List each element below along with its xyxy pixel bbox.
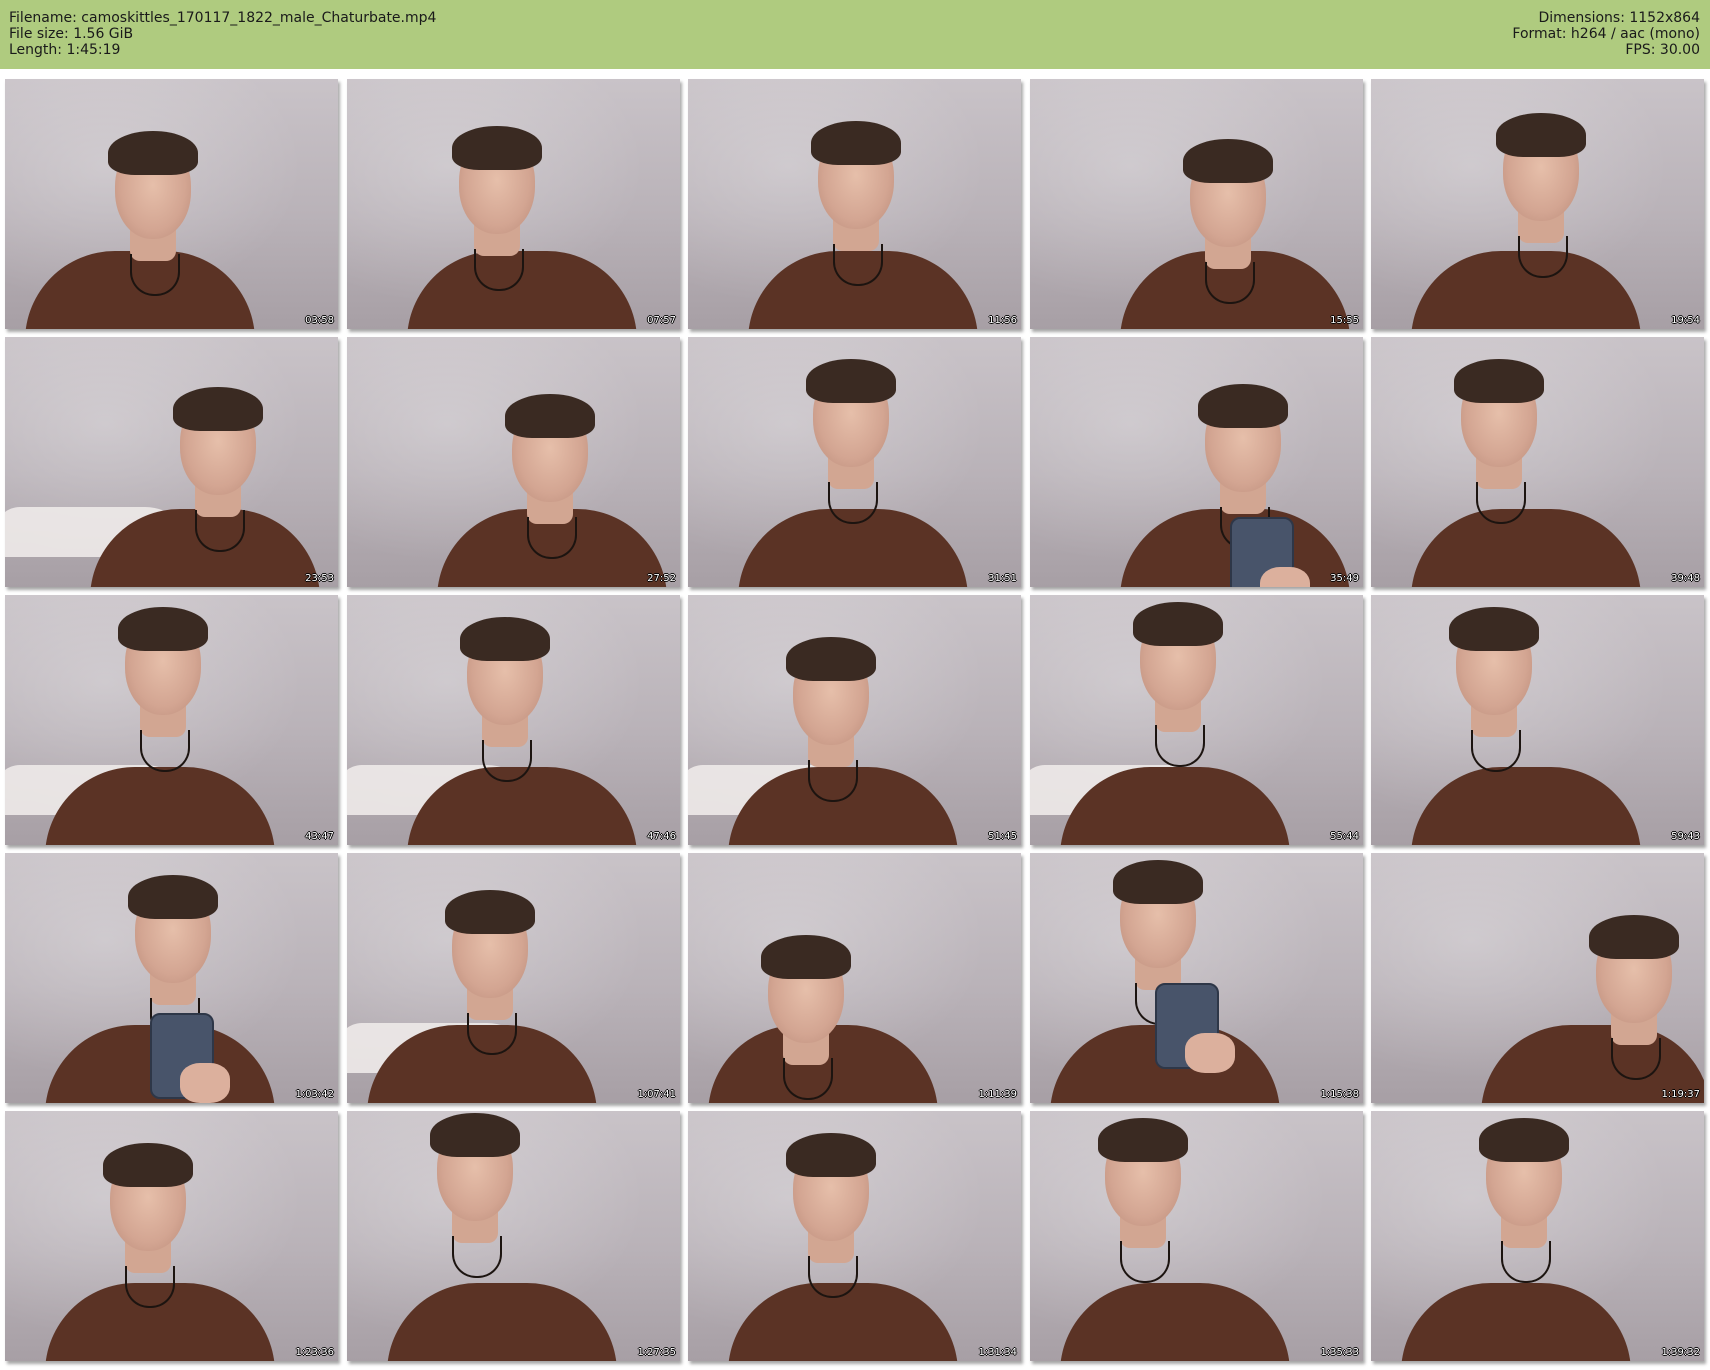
hair <box>1454 359 1544 403</box>
timestamp-label: 11:56 <box>988 315 1017 326</box>
hair <box>505 394 595 438</box>
video-thumbnail: 07:57 <box>347 79 680 329</box>
video-thumbnail: 1:31:34 <box>688 1111 1021 1361</box>
hair <box>460 617 550 661</box>
length-text: Length: 1:45:19 <box>9 42 121 58</box>
hair <box>786 1133 876 1177</box>
timestamp-label: 47:46 <box>647 831 676 842</box>
video-thumbnail: 47:46 <box>347 595 680 845</box>
video-thumbnail: 59:43 <box>1371 595 1704 845</box>
timestamp-label: 51:45 <box>988 831 1017 842</box>
file-info-right: Dimensions: 1152x864 Format: h264 / aac … <box>1512 10 1700 58</box>
timestamp-label: 1:27:35 <box>637 1347 676 1358</box>
timestamp-label: 1:03:42 <box>295 1089 334 1100</box>
hair <box>430 1113 520 1157</box>
hair <box>806 359 896 403</box>
hair <box>1449 607 1539 651</box>
hair <box>1198 384 1288 428</box>
hair <box>452 126 542 170</box>
fps-text: FPS: 30.00 <box>1625 42 1700 58</box>
timestamp-label: 43:47 <box>305 831 334 842</box>
video-thumbnail: 27:52 <box>347 337 680 587</box>
hair <box>811 121 901 165</box>
hair <box>1133 602 1223 646</box>
video-thumbnail: 1:03:42 <box>5 853 338 1103</box>
video-thumbnail: 51:45 <box>688 595 1021 845</box>
video-thumbnail: 15:55 <box>1030 79 1363 329</box>
video-thumbnail: 1:11:39 <box>688 853 1021 1103</box>
video-thumbnail: 31:51 <box>688 337 1021 587</box>
thumbnail-grid: 03:58 07:57 11:56 15:55 19:54 23:53 27:52 31:51… <box>0 69 1710 1370</box>
video-thumbnail: 03:58 <box>5 79 338 329</box>
hair <box>445 890 535 934</box>
hair <box>173 387 263 431</box>
hair <box>108 131 198 175</box>
video-thumbnail: 19:54 <box>1371 79 1704 329</box>
filesize-text: File size: 1.56 GiB <box>9 26 134 42</box>
timestamp-label: 1:15:38 <box>1320 1089 1359 1100</box>
hair <box>128 875 218 919</box>
hair <box>786 637 876 681</box>
timestamp-label: 31:51 <box>988 573 1017 584</box>
hair <box>1479 1118 1569 1162</box>
timestamp-label: 19:54 <box>1671 315 1700 326</box>
file-info-left: Filename: camoskittles_170117_1822_male_… <box>9 10 436 58</box>
hair <box>1496 113 1586 157</box>
hair <box>103 1143 193 1187</box>
timestamp-label: 55:44 <box>1330 831 1359 842</box>
timestamp-label: 1:31:34 <box>978 1347 1017 1358</box>
timestamp-label: 07:57 <box>647 315 676 326</box>
video-thumbnail: 43:47 <box>5 595 338 845</box>
video-thumbnail: 1:35:33 <box>1030 1111 1363 1361</box>
timestamp-label: 1:19:37 <box>1661 1089 1700 1100</box>
timestamp-label: 1:35:33 <box>1320 1347 1359 1358</box>
timestamp-label: 59:43 <box>1671 831 1700 842</box>
video-thumbnail: 1:27:35 <box>347 1111 680 1361</box>
video-thumbnail: 1:07:41 <box>347 853 680 1103</box>
hand <box>180 1063 230 1103</box>
video-thumbnail: 55:44 <box>1030 595 1363 845</box>
hair <box>1183 139 1273 183</box>
video-thumbnail: 35:49 <box>1030 337 1363 587</box>
hair <box>1113 860 1203 904</box>
info-header: Filename: camoskittles_170117_1822_male_… <box>0 0 1710 69</box>
video-thumbnail: 1:19:37 <box>1371 853 1704 1103</box>
dimensions-text: Dimensions: 1152x864 <box>1538 10 1700 26</box>
hair <box>761 935 851 979</box>
timestamp-label: 1:23:36 <box>295 1347 334 1358</box>
hair <box>1098 1118 1188 1162</box>
timestamp-label: 39:48 <box>1671 573 1700 584</box>
video-thumbnail: 23:53 <box>5 337 338 587</box>
timestamp-label: 1:39:32 <box>1661 1347 1700 1358</box>
video-thumbnail: 11:56 <box>688 79 1021 329</box>
hair <box>1589 915 1679 959</box>
timestamp-label: 1:07:41 <box>637 1089 676 1100</box>
hair <box>118 607 208 651</box>
timestamp-label: 1:11:39 <box>978 1089 1017 1100</box>
video-thumbnail: 1:39:32 <box>1371 1111 1704 1361</box>
video-thumbnail: 1:15:38 <box>1030 853 1363 1103</box>
timestamp-label: 15:55 <box>1330 315 1359 326</box>
timestamp-label: 27:52 <box>647 573 676 584</box>
video-thumbnail: 1:23:36 <box>5 1111 338 1361</box>
timestamp-label: 03:58 <box>305 315 334 326</box>
hand <box>1185 1033 1235 1073</box>
timestamp-label: 23:53 <box>305 573 334 584</box>
timestamp-label: 35:49 <box>1330 573 1359 584</box>
hand <box>1260 567 1310 587</box>
filename-text: Filename: camoskittles_170117_1822_male_… <box>9 10 437 26</box>
format-text: Format: h264 / aac (mono) <box>1512 26 1700 42</box>
video-thumbnail: 39:48 <box>1371 337 1704 587</box>
